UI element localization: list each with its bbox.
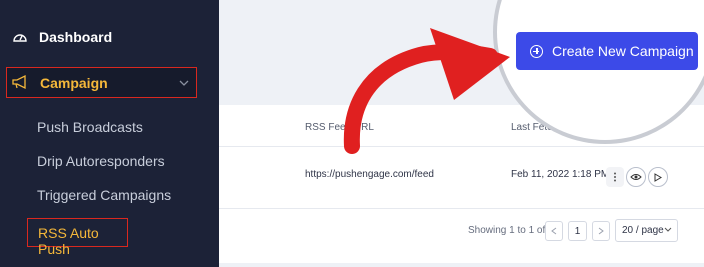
- page-number-button[interactable]: 1: [568, 221, 587, 241]
- more-actions-button[interactable]: [606, 167, 624, 187]
- sidebar-item-push-broadcasts[interactable]: Push Broadcasts: [37, 119, 143, 135]
- send-button[interactable]: [648, 167, 668, 187]
- column-header-feed-url: RSS Feed URL: [305, 122, 374, 133]
- eye-icon: [630, 174, 642, 180]
- view-button[interactable]: [626, 167, 646, 187]
- dashboard-icon: [13, 34, 27, 42]
- chevron-left-icon: [551, 227, 557, 235]
- last-fetch-cell: Feb 11, 2022 1:18 PM: [511, 169, 610, 180]
- pagination-summary: Showing 1 to 1 of 1: [468, 225, 554, 236]
- sidebar-item-rss-auto-push[interactable]: RSS Auto Push: [27, 218, 128, 257]
- sidebar-item-triggered-campaigns[interactable]: Triggered Campaigns: [37, 187, 171, 203]
- table-header-row: RSS Feed URL Last Fetch Time: [219, 105, 704, 147]
- feed-url-cell: https://pushengage.com/feed: [305, 169, 434, 180]
- sidebar-item-label: Dashboard: [39, 29, 113, 45]
- chevron-right-icon: [598, 227, 604, 235]
- sidebar-item-dashboard[interactable]: Dashboard: [0, 22, 219, 52]
- plus-circle-icon: [530, 44, 543, 58]
- sidebar-item-drip-autoresponders[interactable]: Drip Autoresponders: [37, 153, 165, 169]
- next-page-button[interactable]: [592, 221, 610, 241]
- sidebar-item-campaign[interactable]: Campaign: [6, 67, 197, 98]
- sidebar: Dashboard Campaign Push Broadcasts Drip …: [0, 0, 219, 267]
- chevron-down-icon: [179, 80, 189, 86]
- chevron-down-icon: [664, 227, 672, 232]
- page-size-select[interactable]: 20 / page: [615, 219, 678, 242]
- table-row: https://pushengage.com/feed Feb 11, 2022…: [219, 147, 704, 209]
- create-new-campaign-button[interactable]: Create New Campaign: [516, 32, 698, 70]
- sidebar-item-label: RSS Auto Push: [38, 225, 99, 257]
- page-size-value: 20 / page: [622, 225, 664, 236]
- play-icon: [654, 172, 662, 182]
- column-header-last-fetch: Last Fetch Time: [511, 122, 583, 133]
- more-vertical-icon: [614, 172, 616, 182]
- sidebar-item-label: Campaign: [40, 75, 108, 91]
- prev-page-button[interactable]: [545, 221, 563, 241]
- megaphone-icon: [12, 74, 26, 90]
- create-button-label: Create New Campaign: [552, 43, 694, 59]
- campaign-table: RSS Feed URL Last Fetch Time https://pus…: [219, 105, 704, 263]
